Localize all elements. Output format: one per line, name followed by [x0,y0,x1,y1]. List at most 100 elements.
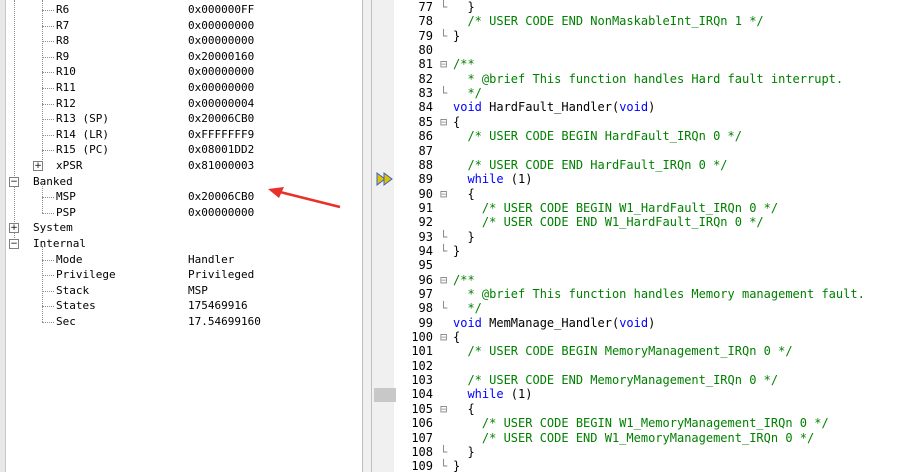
register-name: PSP [56,205,76,219]
tree-connector [42,306,54,308]
register-name: R13 (SP) [56,112,109,126]
code-line[interactable]: 84 void HardFault_Handler(void) [400,100,902,114]
line-number: 95 [418,258,433,273]
code-line[interactable]: 81 ⊟/** [400,57,902,71]
line-number: 78 [418,14,433,29]
register-row[interactable]: R9 0x20000160 [0,49,360,64]
code-text: * @brief This function handles Hard faul… [453,71,844,86]
register-value: Privileged [188,268,255,282]
pane-splitter[interactable] [362,0,372,472]
tree-connector [42,259,54,261]
register-value: 0x20000160 [188,49,255,63]
code-line[interactable]: 85 ⊟{ [400,115,902,129]
line-number: 84 [418,100,433,115]
register-value: 0x00000000 [188,205,255,219]
code-line[interactable]: 92 /* USER CODE END W1_HardFault_IRQn 0 … [400,215,902,229]
code-line[interactable]: 94 └} [400,244,902,258]
tree-connector [42,150,54,152]
register-row[interactable]: R10 0x00000000 [0,64,360,79]
register-value: 17.54699160 [188,315,261,328]
register-row[interactable]: R11 0x00000000 [0,80,360,95]
code-text: /* USER CODE BEGIN W1_MemoryManagement_I… [453,416,829,431]
line-number: 100 [411,330,433,345]
code-editor[interactable]: 77 └ } 78 /* USER CODE END NonMaskableInt_… [400,0,902,473]
line-number: 90 [418,186,433,201]
code-line[interactable]: 80 [400,43,902,57]
register-group-system[interactable]: System [0,220,360,235]
register-row[interactable]: Stack MSP [0,283,360,298]
code-line[interactable]: 78 /* USER CODE END NonMaskableInt_IRQn … [400,14,902,28]
code-line[interactable]: 83 └ */ [400,86,902,100]
line-number: 104 [411,387,433,402]
code-line[interactable]: 100 ⊟{ [400,330,902,344]
code-line[interactable]: 91 /* USER CODE BEGIN W1_HardFault_IRQn … [400,201,902,215]
code-line[interactable]: 88 /* USER CODE END HardFault_IRQn 0 */ [400,158,902,172]
fold-guide: └ [440,86,448,101]
code-line[interactable]: 98 └ */ [400,301,902,315]
line-number: 94 [418,243,433,258]
line-number: 109 [411,459,433,473]
register-row[interactable]: Mode Handler [0,252,360,267]
code-line[interactable]: 77 └ } [400,0,902,14]
expand-toggle[interactable]: + [33,161,43,171]
line-number: 88 [418,157,433,172]
fold-toggle-icon[interactable]: ⊟ [440,273,452,287]
register-value: 0x20006CB0 [188,112,255,126]
register-value: 175469916 [188,299,248,313]
code-line[interactable]: 89 while (1) [400,172,902,186]
code-line[interactable]: 109 └} [400,459,902,473]
register-name: Stack [56,283,90,297]
fold-toggle-icon[interactable]: ⊟ [440,330,452,344]
register-name: System [33,221,73,235]
tree-connector [42,56,54,58]
code-text: { [453,186,475,201]
fold-toggle-icon[interactable]: ⊟ [440,57,452,71]
code-line[interactable]: 95 [400,258,902,272]
register-row[interactable]: R15 (PC) 0x08001DD2 [0,142,360,157]
code-line[interactable]: 105 ⊟ { [400,402,902,416]
registers-pane: R6 0x000000FF R7 0x00000000 R8 0x00000000 R9 0x… [0,0,362,472]
code-line[interactable]: 102 [400,359,902,373]
code-line[interactable]: 86 /* USER CODE BEGIN HardFault_IRQn 0 *… [400,129,902,143]
code-line[interactable]: 104 while (1) [400,387,902,401]
code-line[interactable]: 108 └ } [400,445,902,459]
register-group-internal[interactable]: Internal [0,236,360,251]
register-row[interactable]: States 175469916 [0,298,360,313]
line-number: 101 [411,344,433,359]
fold-toggle-icon[interactable]: ⊟ [440,115,452,129]
code-line[interactable]: 99 void MemManage_Handler(void) [400,316,902,330]
code-line[interactable]: 96 ⊟/** [400,273,902,287]
line-number: 79 [418,28,433,43]
register-row[interactable]: R7 0x00000000 [0,18,360,33]
fold-toggle-icon[interactable]: ⊟ [440,402,452,416]
code-line[interactable]: 97 * @brief This function handles Memory… [400,287,902,301]
code-line[interactable]: 107 /* USER CODE END W1_MemoryManagement… [400,431,902,445]
code-line[interactable]: 106 /* USER CODE BEGIN W1_MemoryManageme… [400,416,902,430]
register-name: R11 [56,81,76,94]
register-value: 0x00000000 [188,34,255,48]
tree-connector [42,212,54,214]
register-value: 0x81000003 [188,159,255,172]
register-row[interactable]: R12 0x00000004 [0,96,360,111]
register-row[interactable]: R8 0x00000000 [0,33,360,48]
code-line[interactable]: 103 /* USER CODE END MemoryManagement_IR… [400,373,902,387]
register-name: xPSR [56,159,83,172]
tree-connector [42,119,54,121]
register-row[interactable]: xPSR 0x81000003 [0,158,360,173]
register-row[interactable]: Sec 17.54699160 [0,314,360,329]
code-line[interactable]: 101 /* USER CODE BEGIN MemoryManagement_… [400,344,902,358]
code-line[interactable]: 93 └ } [400,230,902,244]
code-line[interactable]: 90 ⊟ { [400,187,902,201]
register-name: R12 [56,96,76,110]
fold-toggle-icon[interactable]: ⊟ [440,187,452,201]
register-value: MSP [188,283,208,297]
register-row[interactable]: R6 0x000000FF [0,2,360,17]
register-row[interactable]: R14 (LR) 0xFFFFFFF9 [0,127,360,142]
code-line[interactable]: 82 * @brief This function handles Hard f… [400,72,902,86]
tree-connector [42,134,54,136]
register-row[interactable]: R13 (SP) 0x20006CB0 [0,111,360,126]
code-line[interactable]: 79 └} [400,29,902,43]
register-row[interactable]: Privilege Privileged [0,267,360,282]
code-line[interactable]: 87 [400,144,902,158]
fold-guide: └ [440,243,448,258]
